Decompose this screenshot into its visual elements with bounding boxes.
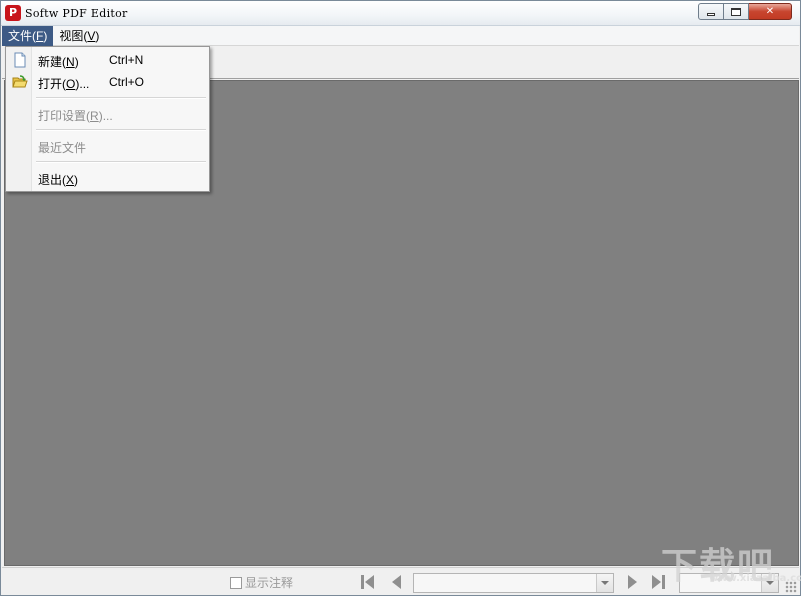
minimize-icon (707, 12, 715, 16)
title-bar[interactable]: P Softw PDF Editor ✕ (1, 1, 800, 26)
window-title: Softw PDF Editor (25, 7, 128, 20)
menu-file-accel: F (36, 29, 44, 43)
app-logo-icon[interactable]: P (5, 5, 21, 21)
menu-separator (36, 161, 206, 163)
file-menu-dropdown: 新建(N) Ctrl+N 打开(O)... Ctrl+O 打印设置(R)... … (5, 46, 210, 192)
menu-item-new[interactable]: 新建(N) Ctrl+N (8, 49, 207, 71)
menu-view-accel: V (87, 29, 96, 43)
watermark: 下载吧 www.xiazaiba.com (661, 537, 801, 592)
menu-item-new-label: 新建(N) (38, 55, 79, 69)
next-page-icon (627, 575, 637, 589)
page-select[interactable] (413, 573, 614, 593)
menu-file-label: 文件 (8, 29, 33, 43)
show-annotations-checkbox[interactable] (230, 576, 242, 589)
menu-item-exit-label: 退出(X) (38, 173, 79, 187)
menu-item-print-setup-label: 打印设置(R)... (38, 109, 113, 123)
close-button[interactable]: ✕ (749, 3, 792, 20)
menu-item-exit[interactable]: 退出(X) (8, 167, 207, 189)
maximize-icon (731, 7, 741, 16)
menu-item-recent-files[interactable]: 最近文件 (8, 135, 207, 157)
menu-separator (36, 129, 206, 131)
first-page-icon (360, 575, 374, 589)
new-document-icon (14, 52, 26, 68)
app-window: P Softw PDF Editor ✕ 文件(F) 视图(V) 显示注释 下载… (0, 0, 801, 596)
prev-page-icon (391, 575, 401, 589)
prev-page-button[interactable] (385, 572, 407, 592)
minimize-button[interactable] (698, 3, 724, 20)
next-page-button[interactable] (621, 572, 643, 592)
menu-separator (36, 97, 206, 99)
menu-item-open-label: 打开(O)... (38, 77, 90, 91)
menu-item-new-shortcut: Ctrl+N (109, 53, 144, 67)
menu-item-open-shortcut: Ctrl+O (109, 75, 145, 89)
menu-item-open[interactable]: 打开(O)... Ctrl+O (8, 71, 207, 93)
show-annotations-toggle[interactable]: 显示注释 (230, 574, 293, 591)
window-controls: ✕ (698, 3, 792, 20)
first-page-button[interactable] (356, 572, 378, 592)
page-select-arrow-icon[interactable] (596, 574, 613, 592)
maximize-button[interactable] (724, 3, 749, 20)
close-icon: ✕ (765, 6, 775, 17)
menu-view-label: 视图 (59, 29, 84, 43)
open-folder-icon (12, 75, 28, 88)
watermark-url: www.xiazaiba.com (709, 573, 801, 584)
menu-bar: 文件(F) 视图(V) (2, 26, 799, 46)
menu-view[interactable]: 视图(V) (53, 26, 105, 46)
menu-file[interactable]: 文件(F) (2, 26, 54, 46)
menu-item-recent-files-label: 最近文件 (38, 141, 87, 155)
show-annotations-label: 显示注释 (245, 576, 294, 590)
menu-item-print-setup[interactable]: 打印设置(R)... (8, 103, 207, 125)
